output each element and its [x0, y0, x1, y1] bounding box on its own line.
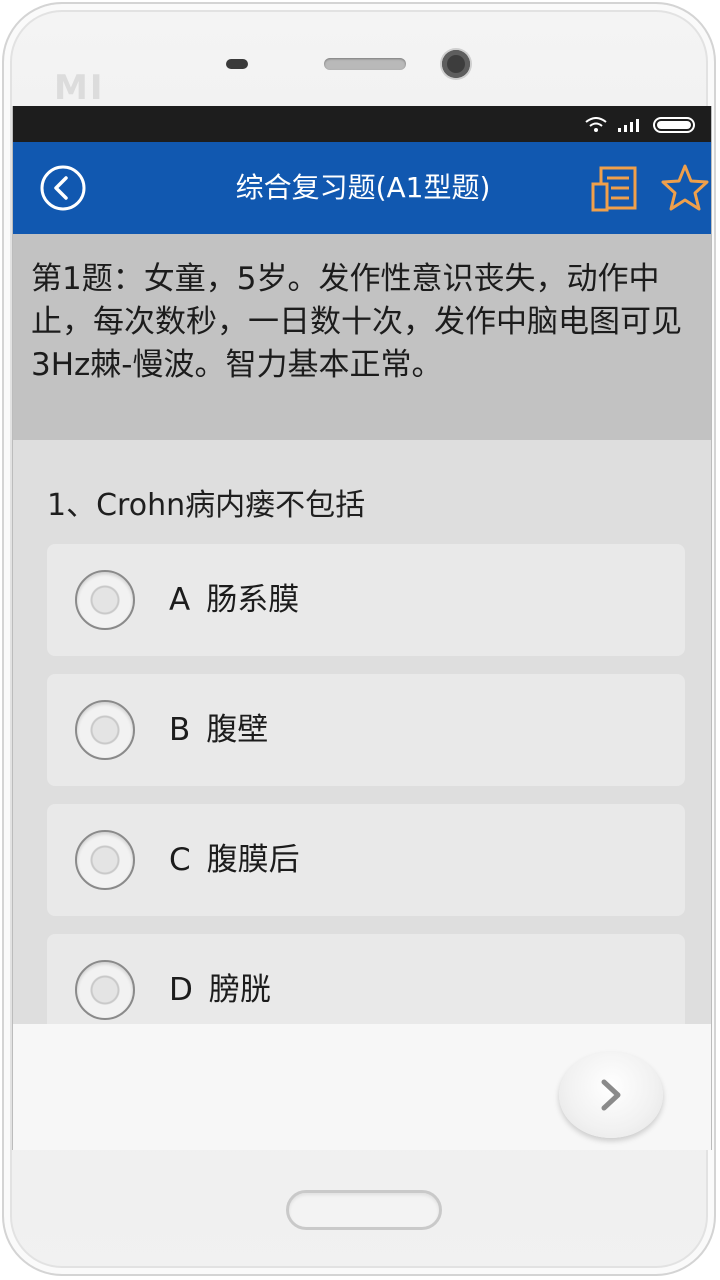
- option-c[interactable]: C 腹膜后: [47, 804, 685, 916]
- option-label: C 腹膜后: [169, 804, 300, 916]
- radio-button[interactable]: [75, 700, 135, 760]
- screen: 综合复习题(A1型题) 第1题：女童，5岁。发作性意识丧失，动作中止，每次数秒，…: [12, 106, 712, 1150]
- option-label: A 肠系膜: [169, 544, 299, 656]
- radio-button[interactable]: [75, 960, 135, 1020]
- option-letter: B: [169, 712, 191, 748]
- page-title: 综合复习题(A1型题): [235, 171, 491, 204]
- proximity-sensor: [226, 59, 248, 69]
- question-title: 1、Crohn病内瘘不包括: [47, 488, 366, 523]
- app-bar: 综合复习题(A1型题): [13, 142, 711, 234]
- battery-icon: [653, 117, 695, 133]
- radio-button[interactable]: [75, 570, 135, 630]
- front-camera: [442, 50, 470, 78]
- option-b[interactable]: B 腹壁: [47, 674, 685, 786]
- notes-icon: [591, 166, 637, 212]
- option-text: 腹膜后: [206, 842, 300, 878]
- option-text: 膀胱: [208, 972, 271, 1008]
- wifi-icon: [585, 117, 607, 132]
- brand-logo: MI: [54, 68, 105, 108]
- favorite-button[interactable]: [659, 162, 711, 214]
- back-circle-icon: [40, 165, 86, 211]
- option-text: 肠系膜: [206, 582, 300, 618]
- option-letter: C: [169, 842, 191, 878]
- next-button[interactable]: [559, 1052, 663, 1138]
- option-a[interactable]: A 肠系膜: [47, 544, 685, 656]
- question-stem: 第1题：女童，5岁。发作性意识丧失，动作中止，每次数秒，一日数十次，发作中脑电图…: [13, 234, 711, 440]
- notes-button[interactable]: [589, 164, 639, 214]
- signal-icon: [618, 119, 639, 132]
- back-button[interactable]: [39, 164, 87, 212]
- question-area: 1、Crohn病内瘘不包括 A 肠系膜 B 腹壁 C 腹膜后 D 膀胱: [13, 440, 711, 1046]
- earpiece-speaker: [324, 58, 406, 70]
- option-text: 腹壁: [206, 712, 269, 748]
- option-letter: D: [169, 972, 193, 1008]
- status-bar: [13, 106, 711, 142]
- question-stem-text: 第1题：女童，5岁。发作性意识丧失，动作中止，每次数秒，一日数十次，发作中脑电图…: [31, 261, 682, 383]
- option-letter: A: [169, 582, 191, 618]
- radio-button[interactable]: [75, 830, 135, 890]
- home-button[interactable]: [286, 1190, 442, 1230]
- chevron-right-icon: [601, 1079, 621, 1111]
- star-icon: [661, 164, 709, 211]
- bottom-bar: [13, 1024, 711, 1150]
- option-label: B 腹壁: [169, 674, 268, 786]
